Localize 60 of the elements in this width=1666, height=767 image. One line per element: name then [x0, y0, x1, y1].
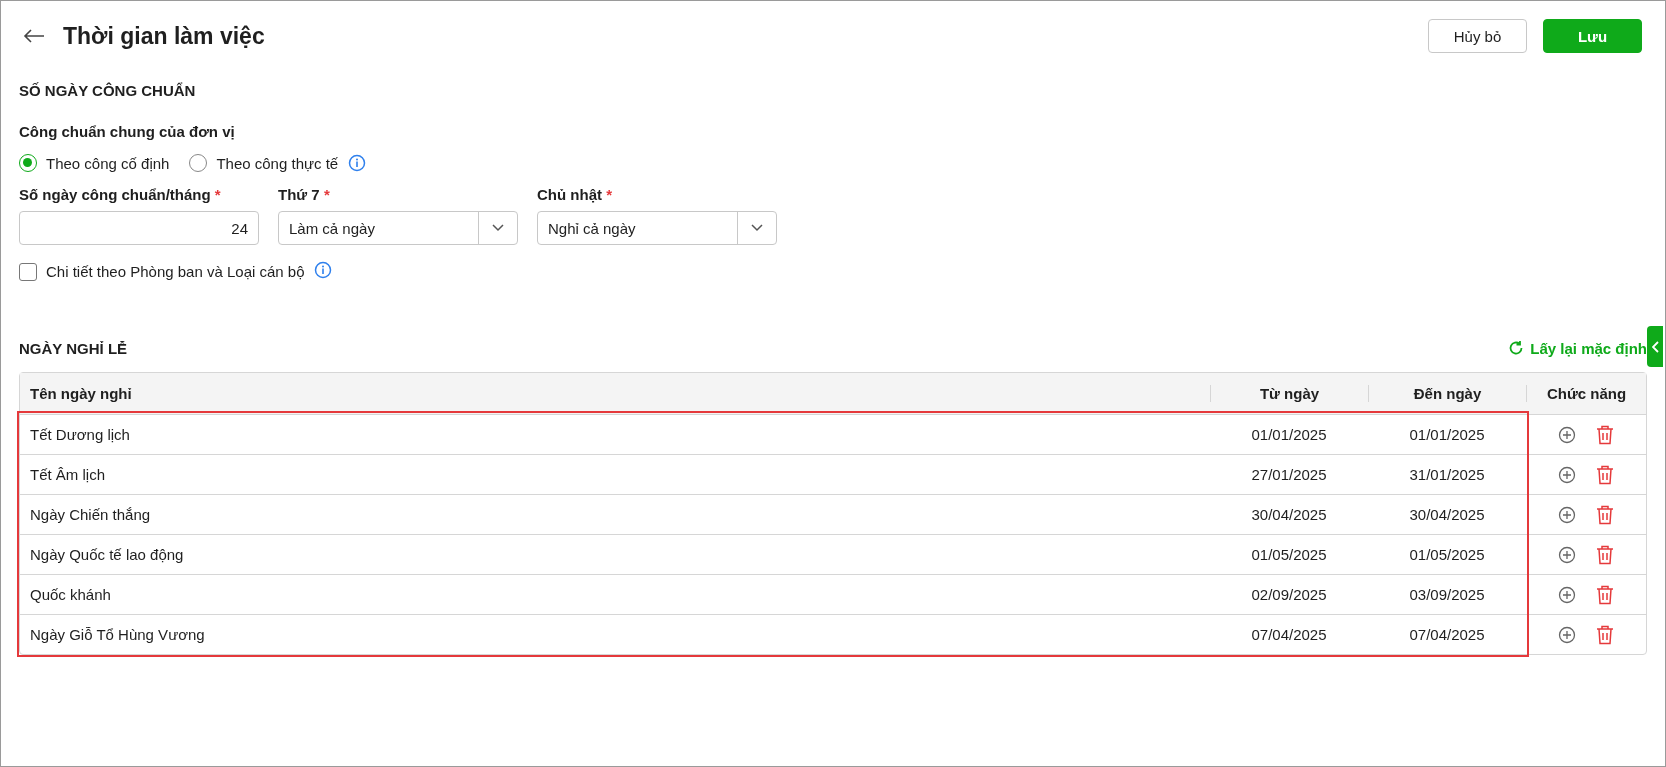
- table-cell-text: Ngày Quốc tế lao động: [29, 546, 185, 563]
- add-circle-icon[interactable]: [1558, 425, 1576, 444]
- column-header: Từ ngày: [1210, 385, 1368, 402]
- field-label: Thứ 7: [278, 186, 320, 203]
- table-cell-text: 01/01/2025: [1408, 426, 1486, 443]
- add-circle-icon[interactable]: [1558, 465, 1576, 484]
- required-mark: *: [214, 186, 221, 203]
- info-icon[interactable]: [348, 154, 367, 172]
- section-title: SỐ NGÀY CÔNG CHUẨN: [19, 82, 197, 99]
- table-cell-text: 07/04/2025: [1408, 626, 1486, 643]
- required-mark: *: [323, 186, 330, 203]
- table-cell-text: 30/04/2025: [1250, 506, 1328, 523]
- section-title: NGÀY NGHỈ LỄ: [19, 339, 128, 357]
- refresh-icon: [1508, 340, 1525, 356]
- chevron-left-icon: [1651, 340, 1659, 353]
- radio-label: Theo công cố định: [46, 154, 170, 172]
- trash-icon[interactable]: [1596, 504, 1614, 525]
- required-mark: *: [606, 186, 612, 203]
- add-circle-icon[interactable]: [1558, 505, 1576, 524]
- add-circle-icon[interactable]: [1558, 625, 1576, 644]
- table-cell-text: Tết Dương lịch: [29, 426, 131, 443]
- table-cell-text: Ngày Giỗ Tổ Hùng Vương: [29, 626, 206, 643]
- column-header: Đến ngày: [1368, 385, 1526, 402]
- table-cell-text: 31/01/2025: [1408, 466, 1486, 483]
- table-cell-text: 01/05/2025: [1408, 546, 1486, 563]
- dropdown-field[interactable]: Nghỉ cả ngày: [537, 211, 777, 245]
- column-header: Tên ngày nghỉ: [29, 385, 133, 402]
- add-circle-icon[interactable]: [1558, 545, 1576, 564]
- column-header: Chức năng: [1526, 385, 1646, 402]
- field-label: Số ngày công chuẩn/tháng: [19, 186, 211, 203]
- table-cell-text: Tết Âm lịch: [29, 466, 106, 483]
- table-cell-text: 30/04/2025: [1408, 506, 1486, 523]
- radio-label: Theo công thực tế: [216, 154, 339, 172]
- number-input-field[interactable]: 24: [19, 211, 259, 245]
- trash-icon[interactable]: [1596, 464, 1614, 485]
- table-cell-text: 03/09/2025: [1408, 586, 1486, 603]
- trash-icon[interactable]: [1596, 624, 1614, 645]
- dropdown-field[interactable]: Làm cả ngày: [278, 211, 518, 245]
- field-label: Chủ nhật: [537, 186, 602, 203]
- chevron-down-icon: [751, 224, 763, 232]
- chevron-down-icon: [492, 224, 504, 232]
- group-label: Công chuẩn chung của đơn vị: [19, 123, 236, 140]
- checkbox[interactable]: [19, 262, 37, 281]
- side-panel-toggle[interactable]: [1647, 326, 1663, 367]
- table-cell-text: 01/05/2025: [1250, 546, 1328, 563]
- table-cell-text: 01/01/2025: [1250, 426, 1328, 443]
- table-cell-text: Quốc khánh: [29, 586, 112, 603]
- checkbox-label: Chi tiết theo Phòng ban và Loại cán bộ: [46, 263, 305, 280]
- back-arrow-icon[interactable]: [23, 28, 45, 44]
- info-icon[interactable]: [313, 261, 332, 279]
- trash-icon[interactable]: [1596, 584, 1614, 605]
- table-cell-text: 07/04/2025: [1250, 626, 1328, 643]
- add-circle-icon[interactable]: [1558, 585, 1576, 604]
- trash-icon[interactable]: [1596, 424, 1614, 445]
- page-title: Thời gian làm việc: [63, 22, 266, 50]
- cancel-button[interactable]: Hủy bỏ: [1428, 19, 1527, 53]
- trash-icon[interactable]: [1596, 544, 1614, 565]
- table-cell-text: Ngày Chiến thắng: [29, 506, 152, 523]
- table-cell-text: 02/09/2025: [1250, 586, 1328, 603]
- table-cell-text: 27/01/2025: [1250, 466, 1328, 483]
